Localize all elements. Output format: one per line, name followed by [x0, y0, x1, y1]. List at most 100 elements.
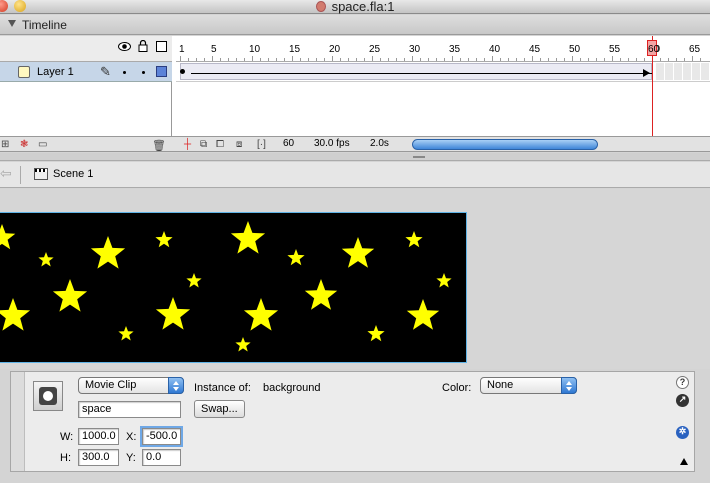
ruler-tick [444, 58, 445, 61]
ruler-tick [388, 58, 389, 61]
ruler-tick [564, 58, 565, 61]
onion-skin-outlines-icon[interactable]: ⧠ [216, 139, 224, 150]
ruler-tick [524, 58, 525, 61]
delete-layer-icon[interactable]: 🗑 [152, 139, 166, 152]
start-keyframe[interactable] [180, 69, 185, 74]
panel-splitter[interactable] [0, 153, 710, 161]
tween-span[interactable] [180, 63, 653, 80]
layer-row[interactable]: Layer 1 ✎ [0, 62, 172, 82]
layer-lock-dot[interactable] [142, 71, 145, 74]
star-shape [0, 224, 16, 250]
star-shape [118, 326, 134, 341]
ruler-tick [660, 58, 661, 61]
color-label: Color: [442, 382, 472, 394]
ruler-tick [532, 56, 533, 61]
y-input[interactable]: 0.0 [142, 449, 181, 466]
ruler-tick [604, 58, 605, 61]
ruler-tick [668, 58, 669, 61]
collapse-inspector-icon[interactable] [680, 458, 688, 465]
ruler-tick [420, 58, 421, 61]
star-shape [405, 231, 423, 248]
ruler-tick [700, 58, 701, 61]
star-shape [38, 252, 54, 267]
layer-name[interactable]: Layer 1 [37, 66, 74, 78]
instance-name-input[interactable]: space [78, 401, 181, 418]
star-shape [230, 221, 266, 254]
ruler-number: 55 [609, 44, 621, 55]
back-arrow-icon[interactable]: ⇦ [0, 165, 12, 182]
edit-multiple-frames-icon[interactable]: ⧈ [236, 139, 242, 150]
frame-rate-readout[interactable]: 30.0 fps [314, 138, 350, 149]
ruler-number: 20 [329, 44, 341, 55]
ruler-tick [452, 56, 453, 61]
inspector-grip[interactable] [11, 372, 25, 471]
ruler-tick [212, 56, 213, 61]
starfield [0, 221, 452, 352]
frames-pane[interactable]: 15101520253035404550556065 60 [176, 36, 710, 136]
onion-skin-icon[interactable]: ⧉ [200, 139, 207, 150]
star-shape [90, 236, 126, 269]
ruler-tick [204, 58, 205, 61]
frame-ruler[interactable]: 15101520253035404550556065 [176, 36, 710, 62]
timeline-horizontal-scrollbar[interactable] [412, 139, 598, 150]
insert-layer-icon[interactable]: ⊞ [1, 139, 9, 150]
add-motion-guide-icon[interactable]: ❃ [20, 139, 28, 150]
color-effect-dropdown-arrow-icon[interactable] [561, 377, 577, 394]
layer-header [0, 36, 172, 62]
ruler-tick [612, 56, 613, 61]
document-icon [315, 1, 326, 12]
lock-all-layers-icon[interactable] [138, 40, 148, 52]
star-shape [235, 337, 251, 352]
ruler-number: 45 [529, 44, 541, 55]
outline-all-layers-icon[interactable] [156, 41, 167, 52]
insert-layer-folder-icon[interactable]: ▭ [38, 139, 47, 150]
ruler-tick [228, 58, 229, 61]
empty-frame-cells[interactable] [656, 63, 710, 80]
property-inspector: Movie Clip Instance of: background Color… [10, 371, 695, 472]
swap-button[interactable]: Swap... [194, 400, 245, 418]
ruler-tick [220, 58, 221, 61]
ruler-tick [644, 58, 645, 61]
ruler-tick [300, 58, 301, 61]
help-icon[interactable]: ? [676, 376, 689, 389]
ruler-number: 30 [409, 44, 421, 55]
timeline-body: Layer 1 ✎ 15101520253035404550556065 60 [0, 36, 710, 136]
width-input[interactable]: 1000.0 [78, 428, 119, 445]
layer-outline-color-swatch[interactable] [156, 66, 167, 77]
show-hide-all-layers-icon[interactable] [118, 42, 131, 51]
star-shape [287, 249, 305, 266]
modify-onion-markers-icon[interactable]: [·] [257, 139, 266, 150]
star-shape [52, 279, 88, 312]
ruler-tick [340, 58, 341, 61]
star-shape [155, 231, 173, 248]
height-input[interactable]: 300.0 [78, 449, 119, 466]
timeline-panel-header[interactable]: Timeline [0, 15, 710, 35]
layer-visibility-dot[interactable] [123, 71, 126, 74]
x-input[interactable]: -500.0 [140, 426, 183, 447]
tween-arrow-icon [643, 69, 650, 77]
center-frame-icon[interactable]: ┼ [184, 139, 191, 150]
color-effect-select[interactable]: None [480, 377, 577, 394]
edit-symbol-icon[interactable]: ↗ [676, 394, 689, 407]
ruler-tick [372, 56, 373, 61]
symbol-type-value: Movie Clip [85, 379, 137, 391]
ruler-tick [356, 58, 357, 61]
collapse-triangle-icon[interactable] [8, 20, 16, 27]
ruler-tick [412, 56, 413, 61]
ruler-tick [572, 56, 573, 61]
ruler-tick [260, 58, 261, 61]
ruler-number: 1 [179, 44, 185, 55]
ruler-tick [596, 58, 597, 61]
scene-clapper-icon [34, 168, 48, 180]
accessibility-icon[interactable]: ✲ [676, 426, 689, 439]
frame-row[interactable] [176, 62, 710, 82]
ruler-tick [556, 58, 557, 61]
stage-area[interactable] [0, 189, 710, 369]
star-shape [406, 299, 440, 330]
ruler-tick [548, 58, 549, 61]
background-movie-clip[interactable] [0, 212, 467, 363]
symbol-type-select[interactable]: Movie Clip [78, 377, 184, 394]
splitter-grip-icon[interactable] [413, 156, 425, 158]
scene-breadcrumb[interactable]: Scene 1 [53, 168, 93, 180]
symbol-type-dropdown-arrow-icon[interactable] [168, 377, 184, 394]
